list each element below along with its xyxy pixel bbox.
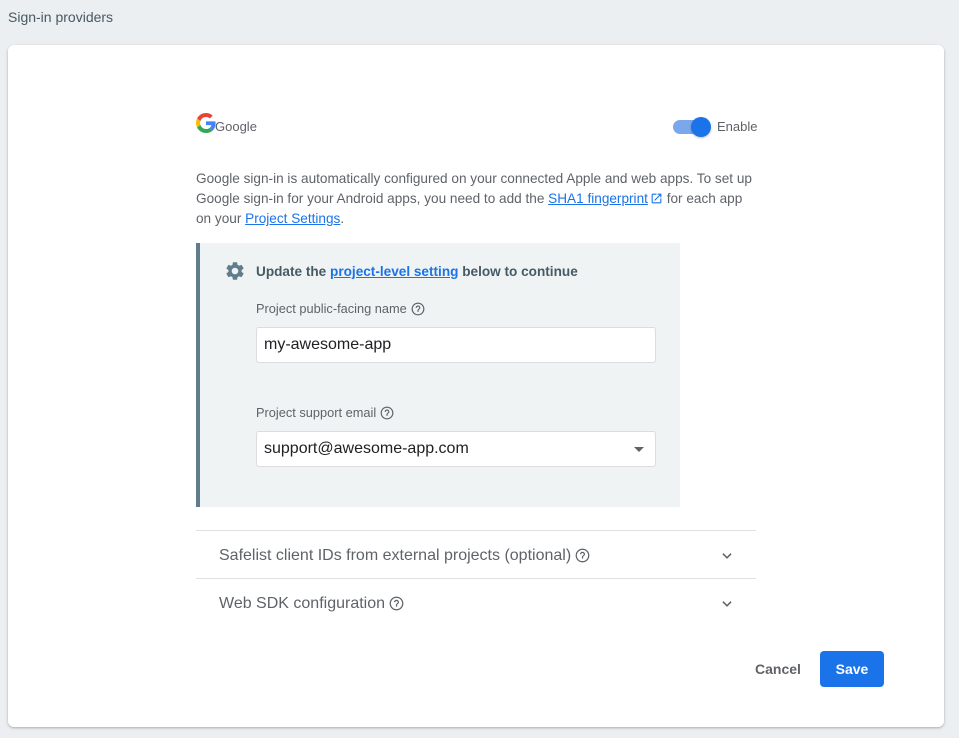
section-title-text: Safelist client IDs from external projec…	[219, 547, 572, 564]
section-title: Safelist client IDs from external projec…	[219, 547, 590, 565]
web-sdk-configuration-section[interactable]: Web SDK configuration	[196, 578, 756, 626]
toggle-thumb	[691, 117, 711, 137]
section-title-text: Web SDK configuration	[219, 595, 386, 612]
page-title: Sign-in providers	[8, 9, 114, 25]
gear-icon	[226, 262, 244, 280]
safelist-client-ids-section[interactable]: Safelist client IDs from external projec…	[196, 530, 756, 578]
notice-title-text: Update the	[256, 264, 331, 279]
enable-toggle[interactable]	[673, 117, 711, 137]
support-email-label: Project support email	[256, 405, 394, 420]
public-name-input[interactable]: my-awesome-app	[256, 327, 656, 363]
provider-name: Google	[215, 119, 257, 134]
project-setting-notice: Update the project-level setting below t…	[196, 243, 680, 507]
description-text: .	[340, 211, 345, 226]
support-email-value: support@awesome-app.com	[264, 440, 469, 457]
support-email-label-text: Project support email	[256, 405, 377, 420]
cancel-button[interactable]: Cancel	[750, 651, 806, 687]
google-logo-icon	[196, 113, 216, 133]
enable-label: Enable	[717, 119, 758, 134]
help-icon[interactable]	[575, 548, 590, 563]
provider-row: Google Enable	[196, 113, 758, 139]
public-name-label: Project public-facing name	[256, 301, 425, 316]
help-icon[interactable]	[380, 406, 394, 420]
chevron-down-icon	[722, 601, 732, 607]
provider-description: Google sign-in is automatically configur…	[196, 169, 756, 229]
dropdown-arrow-icon	[634, 447, 644, 452]
help-icon[interactable]	[411, 302, 425, 316]
project-level-setting-link[interactable]: project-level setting	[330, 264, 458, 279]
notice-title-text: below to continue	[458, 264, 578, 279]
project-settings-link[interactable]: Project Settings	[245, 211, 340, 226]
open-in-new-icon	[651, 193, 662, 204]
section-title: Web SDK configuration	[219, 595, 404, 613]
save-button[interactable]: Save	[820, 651, 884, 687]
provider-card: Google Enable Google sign-in is automati…	[8, 45, 944, 727]
chevron-down-icon	[722, 553, 732, 559]
help-icon[interactable]	[389, 596, 404, 611]
sha1-fingerprint-link[interactable]: SHA1 fingerprint	[548, 191, 648, 206]
public-name-label-text: Project public-facing name	[256, 301, 407, 316]
support-email-select[interactable]: support@awesome-app.com	[256, 431, 656, 467]
notice-title: Update the project-level setting below t…	[256, 264, 578, 279]
